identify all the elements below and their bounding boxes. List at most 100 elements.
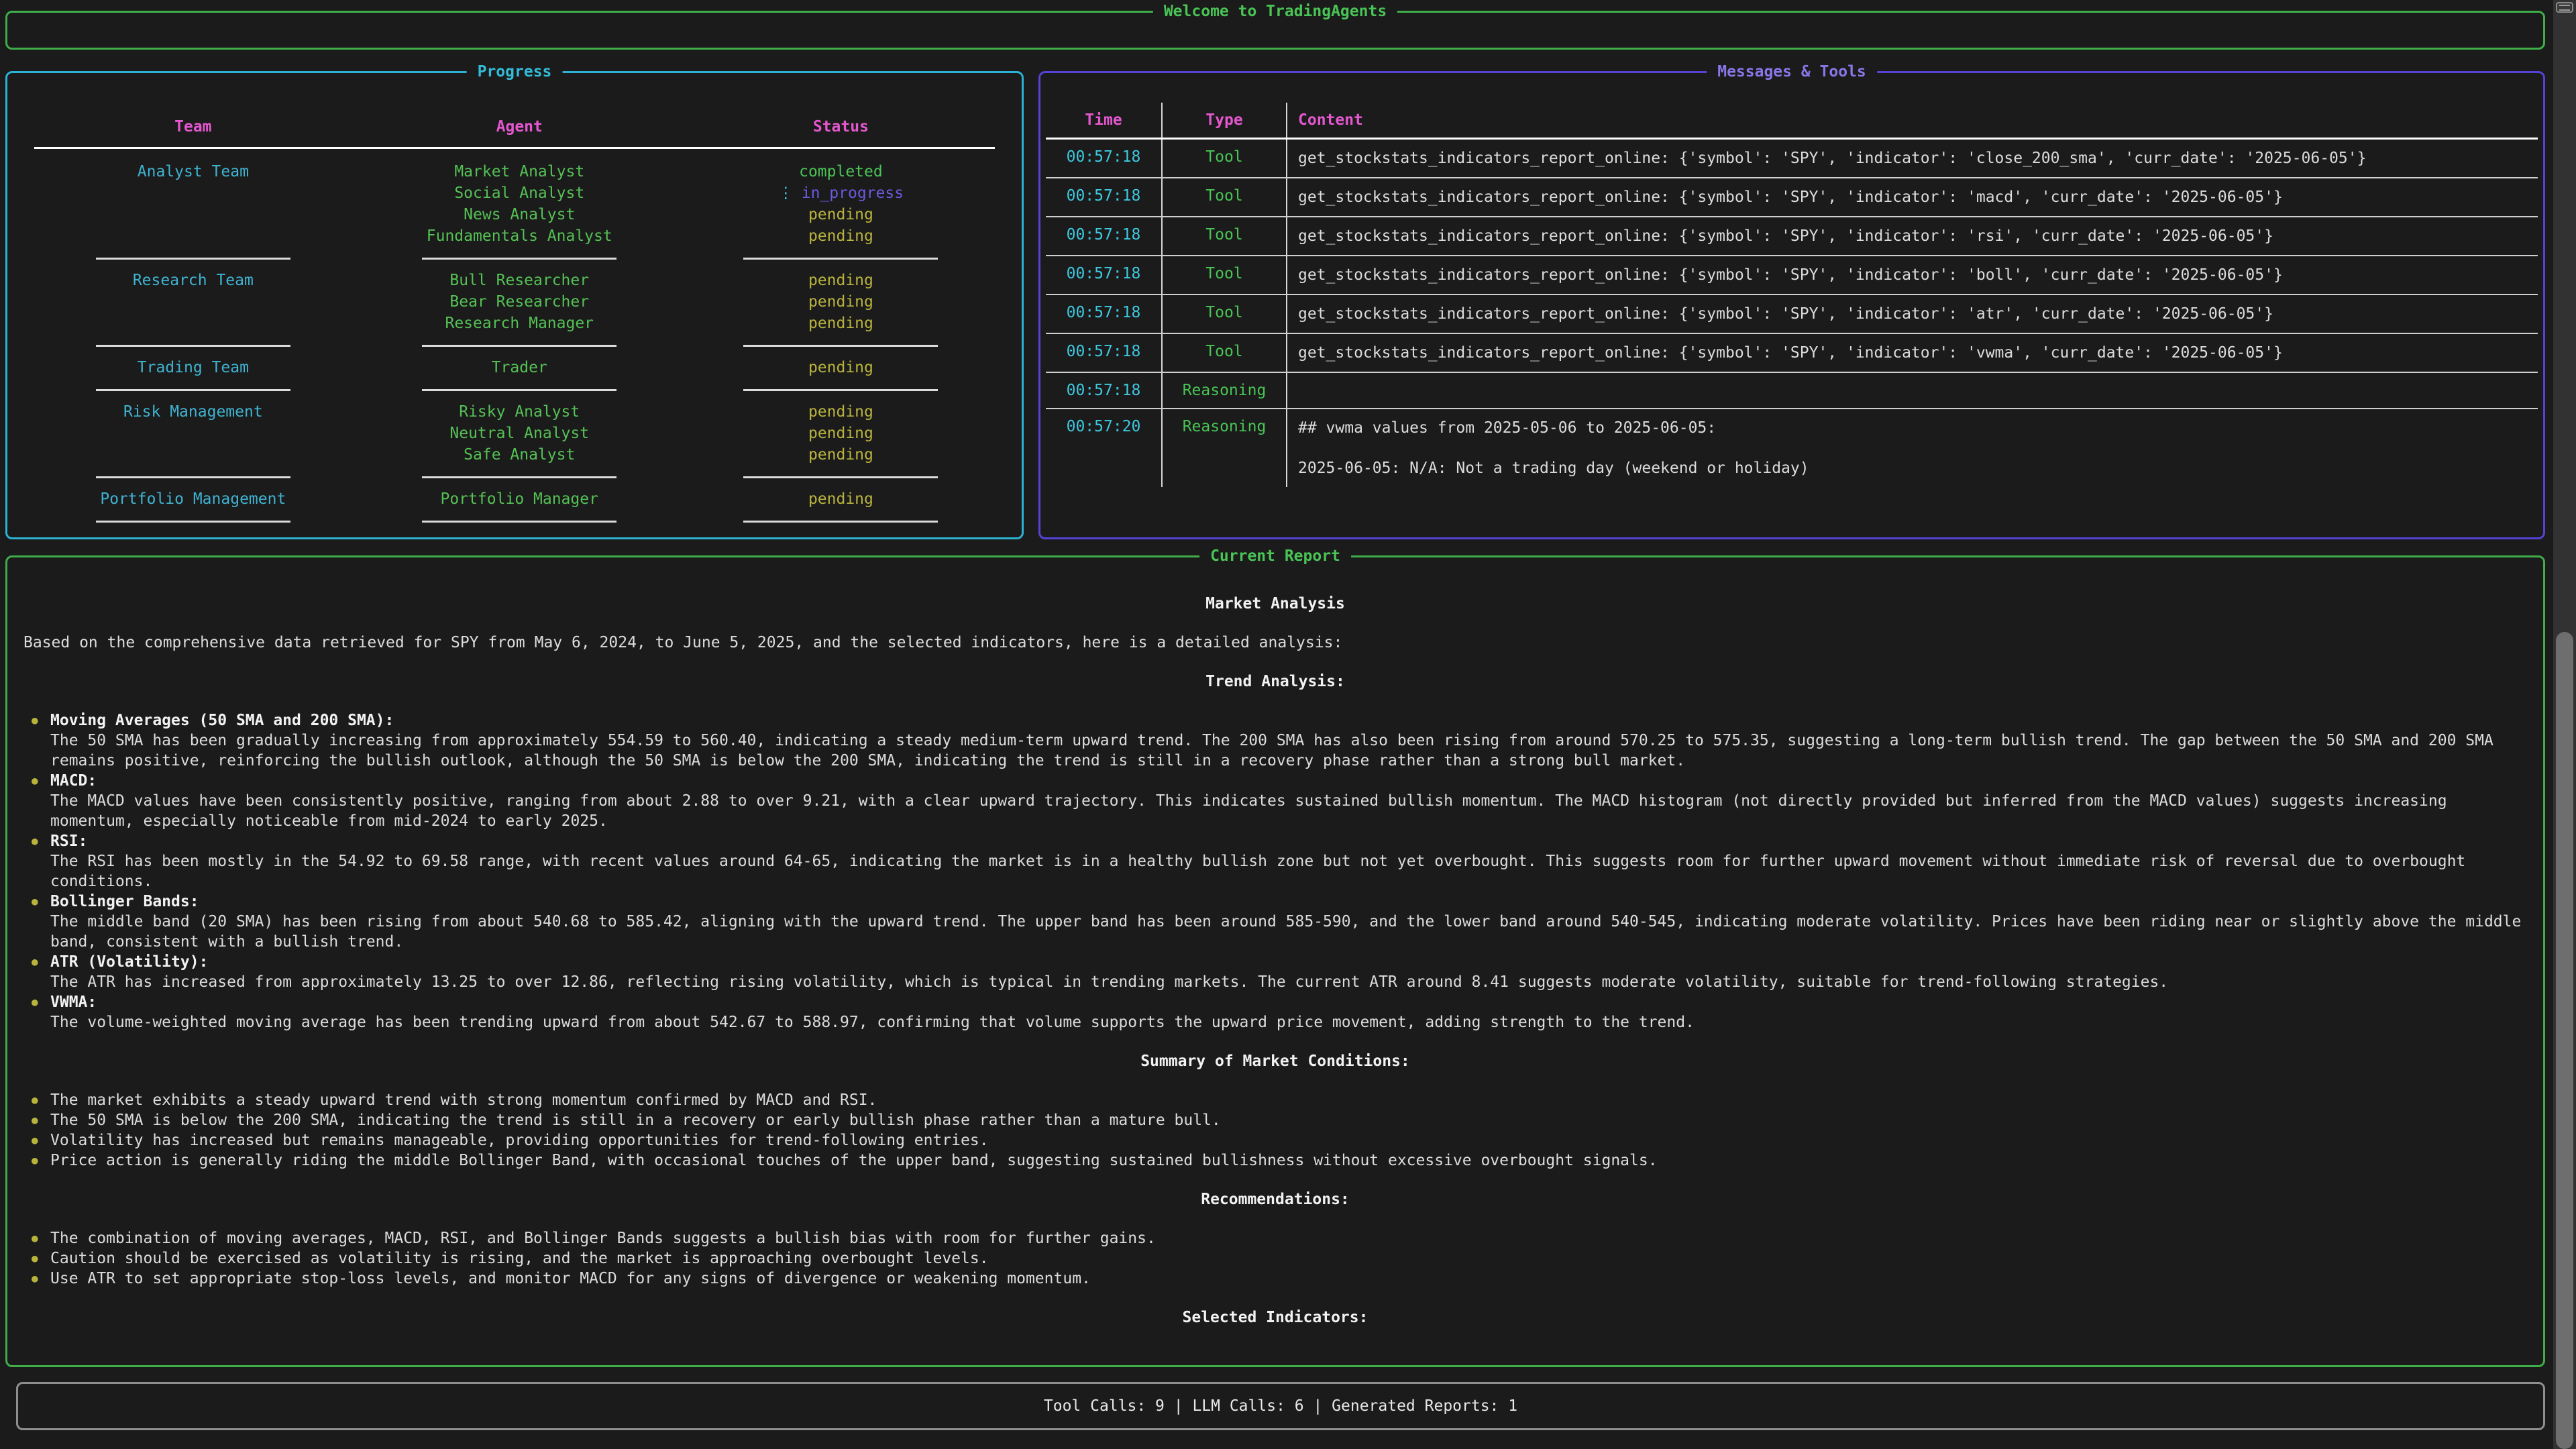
- message-type: Reasoning: [1161, 409, 1286, 487]
- progress-table-body: Analyst TeamMarket AnalystSocial Analyst…: [28, 161, 1002, 533]
- report-heading: Market Analysis: [23, 594, 2527, 614]
- message-time: 00:57:18: [1046, 178, 1161, 216]
- separator-line: [96, 258, 290, 260]
- bullet-text: Use ATR to set appropriate stop-loss lev…: [50, 1269, 2527, 1289]
- report-bullet-list: The combination of moving averages, MACD…: [23, 1228, 2527, 1289]
- separator-line: [422, 389, 616, 391]
- bullet-text: The RSI has been mostly in the 54.92 to …: [50, 851, 2527, 892]
- separator-line: [422, 258, 616, 260]
- progress-panel-title: Progress: [467, 61, 563, 83]
- bullet-label: ATR (Volatility):: [50, 952, 2527, 972]
- column-header-type: Type: [1161, 103, 1286, 138]
- status-cell: pendingpendingpending: [680, 270, 1002, 334]
- agent-cell: Portfolio Manager: [359, 488, 680, 510]
- message-content: [1286, 373, 2538, 408]
- separator-line: [422, 345, 616, 347]
- agent-name: Fundamentals Analyst: [359, 225, 680, 247]
- message-time: 00:57:18: [1046, 334, 1161, 372]
- report-bullet: The 50 SMA is below the 200 SMA, indicat…: [23, 1110, 2527, 1130]
- separator-line: [743, 258, 938, 260]
- menu-icon[interactable]: [2556, 2, 2573, 13]
- message-row: 00:57:18Toolget_stockstats_indicators_re…: [1046, 178, 2538, 217]
- messages-table: Time Type Content 00:57:18Toolget_stocks…: [1040, 73, 2543, 487]
- agent-cell: Trader: [359, 357, 680, 378]
- message-content: get_stockstats_indicators_report_online:…: [1286, 334, 2538, 372]
- separator-line: [422, 476, 616, 478]
- report-bullet: Use ATR to set appropriate stop-loss lev…: [23, 1269, 2527, 1289]
- team-name: Analyst Team: [28, 161, 359, 182]
- agent-name: Safe Analyst: [359, 444, 680, 466]
- team-separator: [28, 247, 1002, 270]
- bullet-text: Caution should be exercised as volatilit…: [50, 1248, 2527, 1269]
- message-row: 00:57:18Toolget_stockstats_indicators_re…: [1046, 217, 2538, 256]
- team-block: Trading TeamTraderpending: [28, 357, 1002, 378]
- bullet-text: The 50 SMA has been gradually increasing…: [50, 731, 2527, 771]
- message-time: 00:57:18: [1046, 140, 1161, 177]
- report-bullet: The combination of moving averages, MACD…: [23, 1228, 2527, 1248]
- separator-line: [743, 345, 938, 347]
- messages-table-header: Time Type Content: [1046, 103, 2538, 140]
- status-cell: pending: [680, 488, 1002, 510]
- header-divider: [34, 147, 995, 149]
- report-bullet: Volatility has increased but remains man…: [23, 1130, 2527, 1150]
- team-block: Analyst TeamMarket AnalystSocial Analyst…: [28, 161, 1002, 247]
- message-content: ## vwma values from 2025-05-06 to 2025-0…: [1286, 409, 2538, 487]
- agent-cell: Market AnalystSocial AnalystNews Analyst…: [359, 161, 680, 247]
- bullet-text: The volume-weighted moving average has b…: [50, 1012, 2527, 1032]
- team-block: Portfolio ManagementPortfolio Managerpen…: [28, 488, 1002, 510]
- report-section-heading: Selected Indicators:: [23, 1307, 2527, 1328]
- team-cell: Portfolio Management: [28, 488, 359, 510]
- separator-line: [743, 521, 938, 523]
- agent-name: Neutral Analyst: [359, 423, 680, 444]
- team-cell: Trading Team: [28, 357, 359, 378]
- status-badge: pending: [680, 444, 1002, 466]
- report-bullet: ATR (Volatility):The ATR has increased f…: [23, 952, 2527, 992]
- message-row: 00:57:18Toolget_stockstats_indicators_re…: [1046, 256, 2538, 295]
- team-cell: Research Team: [28, 270, 359, 334]
- progress-table: Team Agent Status Analyst TeamMarket Ana…: [7, 73, 1022, 533]
- status-badge: pending: [680, 357, 1002, 378]
- message-content: get_stockstats_indicators_report_online:…: [1286, 217, 2538, 255]
- report-bullet: Price action is generally riding the mid…: [23, 1150, 2527, 1171]
- report-bullet: RSI:The RSI has been mostly in the 54.92…: [23, 831, 2527, 892]
- message-type: Tool: [1161, 217, 1286, 255]
- message-type: Tool: [1161, 334, 1286, 372]
- team-separator: [28, 466, 1002, 488]
- message-content: get_stockstats_indicators_report_online:…: [1286, 140, 2538, 177]
- message-content: get_stockstats_indicators_report_online:…: [1286, 178, 2538, 216]
- bullet-label: VWMA:: [50, 992, 2527, 1012]
- bullet-text: The ATR has increased from approximately…: [50, 972, 2527, 992]
- agent-cell: Bull ResearcherBear ResearcherResearch M…: [359, 270, 680, 334]
- separator-line: [96, 389, 290, 391]
- status-badge: pending: [680, 313, 1002, 334]
- report-panel: Current Report Market Analysis Based on …: [5, 555, 2545, 1367]
- message-time: 00:57:18: [1046, 256, 1161, 294]
- message-type: Tool: [1161, 178, 1286, 216]
- status-badge: pending: [680, 204, 1002, 225]
- status-cell: pending: [680, 357, 1002, 378]
- bullet-text: Volatility has increased but remains man…: [50, 1130, 2527, 1150]
- agent-name: Trader: [359, 357, 680, 378]
- team-cell: Risk Management: [28, 401, 359, 466]
- message-row: 00:57:20Reasoning## vwma values from 202…: [1046, 409, 2538, 487]
- stats-text: Tool Calls: 9 | LLM Calls: 6 | Generated…: [1044, 1397, 1517, 1415]
- bullet-text: The MACD values have been consistently p…: [50, 791, 2527, 831]
- bullet-text: The middle band (20 SMA) has been rising…: [50, 912, 2527, 952]
- team-separator: [28, 334, 1002, 357]
- message-content: get_stockstats_indicators_report_online:…: [1286, 256, 2538, 294]
- scrollbar[interactable]: [2553, 0, 2576, 1449]
- scrollbar-thumb[interactable]: [2556, 632, 2573, 1449]
- team-name: Trading Team: [28, 357, 359, 378]
- message-time: 00:57:18: [1046, 217, 1161, 255]
- column-header-content: Content: [1286, 103, 2538, 138]
- messages-table-body: 00:57:18Toolget_stockstats_indicators_re…: [1046, 140, 2538, 487]
- message-time: 00:57:18: [1046, 295, 1161, 333]
- agent-name: Portfolio Manager: [359, 488, 680, 510]
- message-row: 00:57:18Reasoning: [1046, 373, 2538, 409]
- agent-name: Market Analyst: [359, 161, 680, 182]
- bullet-text: Price action is generally riding the mid…: [50, 1150, 2527, 1171]
- spinner-icon: ⋮: [778, 184, 794, 202]
- status-badge: pending: [680, 423, 1002, 444]
- welcome-panel: Welcome to TradingAgents: [5, 11, 2545, 50]
- bullet-text: The combination of moving averages, MACD…: [50, 1228, 2527, 1248]
